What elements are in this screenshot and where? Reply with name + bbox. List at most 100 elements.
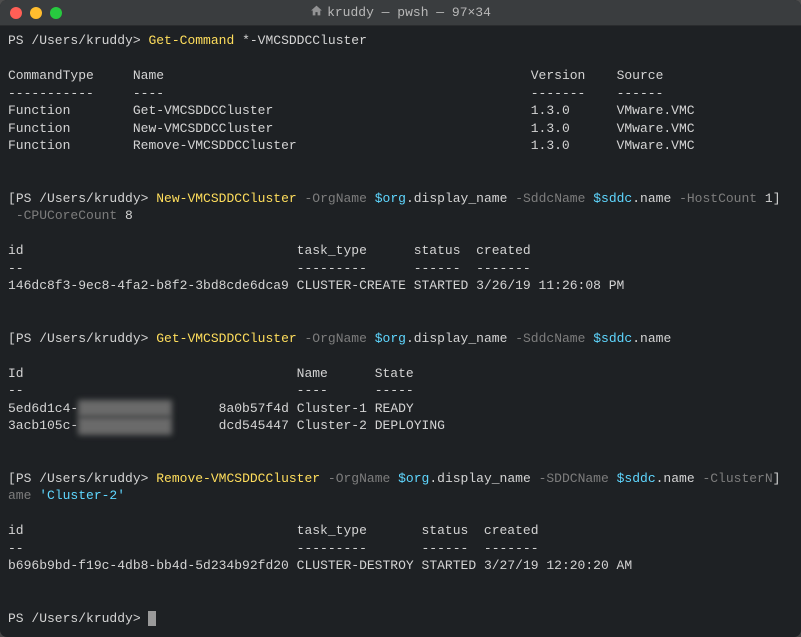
col-dash: ------- (531, 86, 586, 101)
param: -OrgName (328, 471, 390, 486)
param: -OrgName (305, 331, 367, 346)
param: ame (8, 488, 31, 503)
param: -SddcName (515, 331, 585, 346)
row-id-b: dcd545447 (219, 418, 289, 433)
col-dash: -- (8, 261, 24, 276)
string-arg: 'Cluster-2' (39, 488, 125, 503)
row-name: Get-VMCSDDCCluster (133, 103, 273, 118)
col-header: created (484, 523, 539, 538)
row-status: STARTED (414, 278, 469, 293)
row-type: Function (8, 121, 70, 136)
row-created: 3/27/19 12:20:20 AM (484, 558, 632, 573)
row-type: Function (8, 103, 70, 118)
col-dash: ------ (617, 86, 664, 101)
prompt: PS /Users/kruddy> (8, 33, 141, 48)
titlebar: kruddy — pwsh — 97×34 (0, 0, 801, 26)
row-name: Cluster-1 (297, 401, 367, 416)
var: $org (398, 471, 429, 486)
row-name: Remove-VMCSDDCCluster (133, 138, 297, 153)
row-id: 3acb105c- (8, 418, 78, 433)
terminal-window: kruddy — pwsh — 97×34 PS /Users/kruddy> … (0, 0, 801, 637)
col-header: status (421, 523, 468, 538)
window-title-text: kruddy — pwsh — 97×34 (327, 5, 491, 20)
var: $org (375, 331, 406, 346)
prompt: PS /Users/kruddy> (16, 191, 149, 206)
prompt: PS /Users/kruddy> (16, 471, 149, 486)
command-args: *-VMCSDDCCluster (242, 33, 367, 48)
col-dash: ------- (476, 261, 531, 276)
row-version: 1.3.0 (531, 103, 570, 118)
col-dash: ----------- (8, 86, 94, 101)
param: -CPUCoreCount (16, 208, 117, 223)
param: -SddcName (515, 191, 585, 206)
var: $sddc (593, 191, 632, 206)
home-icon (310, 4, 323, 21)
window-title: kruddy — pwsh — 97×34 (0, 4, 801, 21)
var: $sddc (617, 471, 656, 486)
row-source: VMware.VMC (617, 121, 695, 136)
col-dash: --------- (297, 541, 367, 556)
col-header: id (8, 523, 24, 538)
redacted-text: xxxxxxxxxxxx (78, 400, 172, 418)
command-name: Remove-VMCSDDCCluster (156, 471, 320, 486)
col-dash: ----- (375, 383, 414, 398)
var-member: .display_name (429, 471, 530, 486)
row-id: b696b9bd-f19c-4db8-bb4d-5d234b92fd20 (8, 558, 289, 573)
var-member: .display_name (406, 191, 507, 206)
row-created: 3/26/19 11:26:08 PM (476, 278, 624, 293)
col-dash: -- (8, 383, 24, 398)
col-dash: ------ (421, 541, 468, 556)
row-version: 1.3.0 (531, 121, 570, 136)
col-header: created (476, 243, 531, 258)
col-dash: ---- (133, 86, 164, 101)
row-type: Function (8, 138, 70, 153)
col-header: Name (133, 68, 164, 83)
row-source: VMware.VMC (617, 138, 695, 153)
prompt: PS /Users/kruddy> (16, 331, 149, 346)
terminal-body[interactable]: PS /Users/kruddy> Get-Command *-VMCSDDCC… (0, 26, 801, 637)
col-header: Name (297, 366, 328, 381)
command-name: Get-VMCSDDCCluster (156, 331, 296, 346)
row-state: READY (375, 401, 414, 416)
maximize-icon[interactable] (50, 7, 62, 19)
col-header: Version (531, 68, 586, 83)
row-task: CLUSTER-CREATE (297, 278, 406, 293)
cursor-icon (148, 611, 156, 626)
close-icon[interactable] (10, 7, 22, 19)
row-task: CLUSTER-DESTROY (297, 558, 414, 573)
col-dash: ------ (414, 261, 461, 276)
var-member: .display_name (406, 331, 507, 346)
row-id: 5ed6d1c4- (8, 401, 78, 416)
row-version: 1.3.0 (531, 138, 570, 153)
num-arg: 8 (125, 208, 133, 223)
row-source: VMware.VMC (617, 103, 695, 118)
prompt: PS /Users/kruddy> (8, 611, 141, 626)
var-member: .name (632, 191, 671, 206)
row-status: STARTED (422, 558, 477, 573)
col-dash: ------- (484, 541, 539, 556)
command-name: Get-Command (148, 33, 234, 48)
num-arg: 1 (765, 191, 773, 206)
var: $sddc (593, 331, 632, 346)
col-header: status (414, 243, 461, 258)
redacted-text: xxxxxxxxxxxx (78, 417, 172, 435)
traffic-lights (10, 7, 62, 19)
col-header: task_type (297, 523, 367, 538)
col-header: Source (617, 68, 664, 83)
param: -HostCount (679, 191, 757, 206)
col-dash: --------- (297, 261, 367, 276)
row-id-b: 8a0b57f4d (219, 401, 289, 416)
param: -SDDCName (539, 471, 609, 486)
row-state: DEPLOYING (375, 418, 445, 433)
col-header: State (375, 366, 414, 381)
minimize-icon[interactable] (30, 7, 42, 19)
param: -ClusterN (702, 471, 772, 486)
row-name: New-VMCSDDCCluster (133, 121, 273, 136)
var: $org (375, 191, 406, 206)
col-header: Id (8, 366, 24, 381)
col-header: id (8, 243, 24, 258)
col-header: CommandType (8, 68, 94, 83)
row-id: 146dc8f3-9ec8-4fa2-b8f2-3bd8cde6dca9 (8, 278, 289, 293)
var-member: .name (656, 471, 695, 486)
col-dash: ---- (297, 383, 328, 398)
